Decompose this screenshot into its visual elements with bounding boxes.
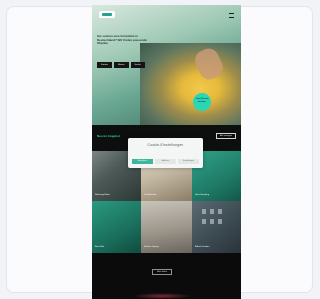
mobile-page-screenshot: Sie suchen eine Immobilie in Deutschland… [92, 5, 241, 299]
building-window [218, 219, 222, 224]
listing-tile-label: Wohnung Berlin [95, 194, 110, 197]
decline-cookies-button[interactable]: Ablehnen [155, 159, 176, 164]
hero-button-rent[interactable]: Mieten [113, 62, 129, 68]
accept-cookies-button[interactable]: Akzeptieren [132, 159, 153, 164]
hero-image [140, 43, 241, 125]
listing-tile[interactable]: Büro Köln [92, 201, 141, 253]
listing-tile-label: Büro Köln [95, 246, 105, 249]
building-window [218, 209, 222, 214]
hero-headline: Sie suchen eine Immobilie in Deutschland… [97, 34, 147, 46]
load-more-button[interactable]: Mehr laden [152, 269, 173, 275]
listing-tile-label: Neubau Leipzig [144, 246, 159, 249]
cookie-dialog-buttons: Akzeptieren Ablehnen Einstellungen [132, 159, 199, 164]
site-logo[interactable] [99, 11, 115, 18]
building-window [210, 219, 214, 224]
cookie-dialog-title: Cookie-Einstellungen [147, 143, 184, 147]
hero-section: Sie suchen eine Immobilie in Deutschland… [92, 5, 241, 125]
listing-tile-label: Loft München [144, 194, 157, 197]
lower-section: Mehr laden [92, 253, 241, 299]
hero-sticker-badge[interactable]: Jetzt Termin buchen [193, 93, 211, 111]
building-window [210, 209, 214, 214]
listing-tile[interactable]: Neubau Leipzig [141, 201, 192, 253]
menu-icon[interactable] [229, 13, 234, 18]
listing-tile-label: Altbau Dresden [195, 246, 210, 249]
listing-tile-label: Haus Hamburg [195, 194, 209, 197]
hero-button-search[interactable]: Suche [130, 62, 145, 68]
cookie-settings-button[interactable]: Einstellungen [178, 159, 199, 164]
building-window [202, 209, 206, 214]
cookie-dialog-text: Wir verwenden Cookies, um Ihnen das best… [142, 150, 189, 151]
show-all-button[interactable]: Alle anzeigen [215, 133, 236, 139]
bottom-decoration [132, 293, 192, 299]
hero-buttons: Kaufen Mieten Suche [97, 62, 145, 68]
section-title: Neu im Angebot [97, 134, 120, 138]
logo-mark [102, 13, 112, 16]
building-window [202, 219, 206, 224]
hero-button-buy[interactable]: Kaufen [97, 62, 112, 68]
listing-tile[interactable]: Altbau Dresden [192, 201, 241, 253]
cookie-dialog: Cookie-Einstellungen Wir verwenden Cooki… [128, 138, 203, 168]
